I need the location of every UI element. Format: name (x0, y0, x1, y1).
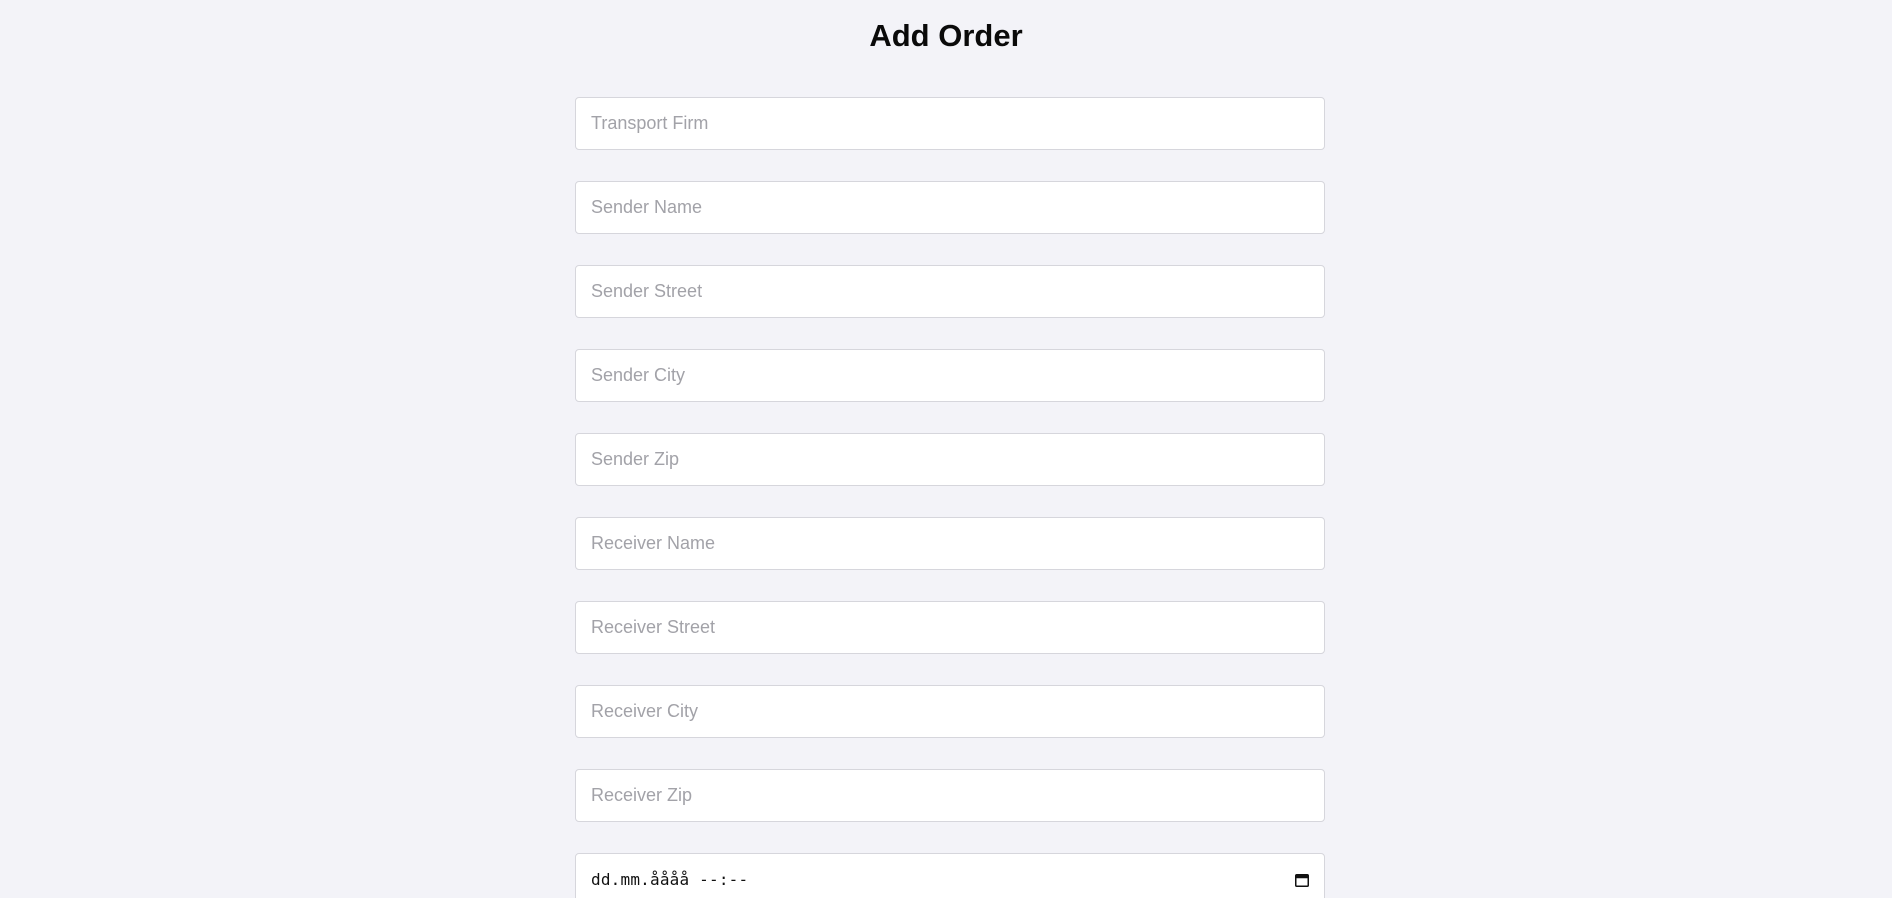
receiver-name-input[interactable] (575, 517, 1325, 570)
receiver-city-input[interactable] (575, 685, 1325, 738)
calendar-icon[interactable] (1295, 873, 1309, 887)
add-order-page: Add Order dd.mm.åååå --:-- (0, 0, 1892, 898)
transport-firm-input[interactable] (575, 97, 1325, 150)
page-title: Add Order (869, 18, 1023, 53)
receiver-zip-input[interactable] (575, 769, 1325, 822)
datetime-display: dd.mm.åååå --:-- (591, 870, 749, 889)
receiver-street-input[interactable] (575, 601, 1325, 654)
pickup-datetime-input[interactable]: dd.mm.åååå --:-- (575, 853, 1325, 898)
sender-zip-input[interactable] (575, 433, 1325, 486)
sender-city-input[interactable] (575, 349, 1325, 402)
order-form: dd.mm.åååå --:-- (575, 97, 1325, 898)
sender-name-input[interactable] (575, 181, 1325, 234)
sender-street-input[interactable] (575, 265, 1325, 318)
